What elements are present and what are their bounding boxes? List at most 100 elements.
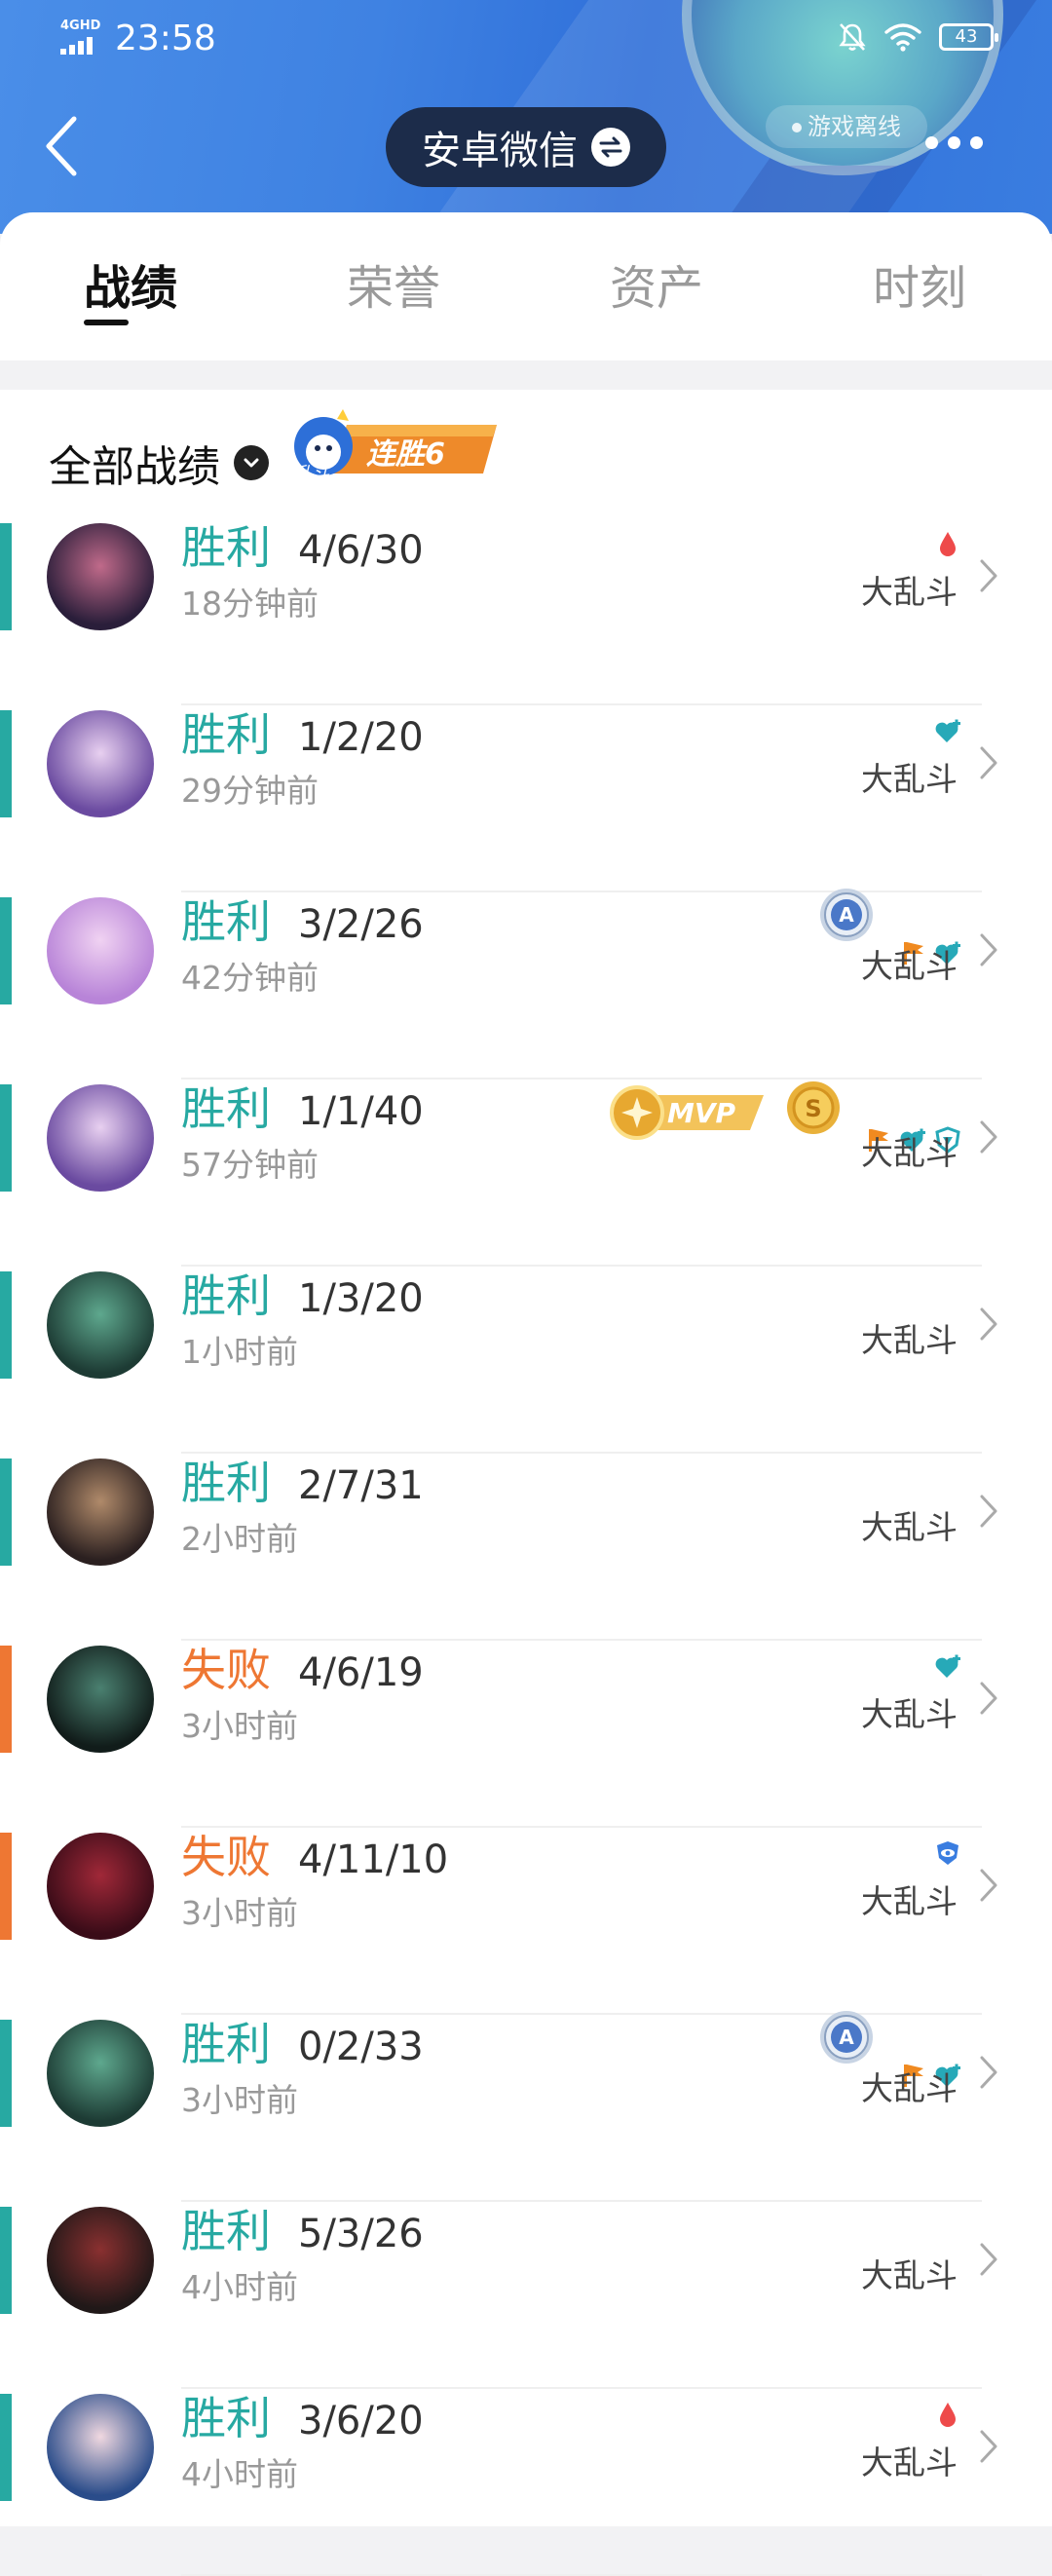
chevron-right-icon	[980, 1120, 997, 1154]
game-mode: 大乱斗	[861, 2256, 958, 2294]
match-row[interactable]: 失败 4/11/10 3小时前 大乱斗	[0, 1828, 1052, 2015]
chevron-right-icon	[980, 2243, 997, 2276]
streak-text: 连胜6	[366, 437, 445, 472]
tab-honor[interactable]: 荣誉	[296, 249, 491, 318]
wifi-icon	[884, 23, 921, 52]
champion-avatar	[47, 1833, 154, 1940]
match-time: 42分钟前	[181, 959, 319, 997]
heal-heart-icon	[935, 719, 960, 742]
match-kda: 1/3/20	[298, 1276, 424, 1321]
result-indicator-bar	[0, 710, 12, 817]
svg-text:A: A	[839, 2026, 854, 2049]
champion-avatar	[47, 1271, 154, 1379]
match-kda: 0/2/33	[298, 2025, 424, 2069]
match-result: 胜利	[181, 895, 271, 948]
match-row[interactable]: 胜利 3/2/26 42分钟前 大乱斗 A	[0, 889, 1052, 1080]
tab-moments[interactable]: 时刻	[822, 249, 1017, 318]
game-mode: 大乱斗	[861, 1695, 958, 1733]
champion-avatar	[47, 710, 154, 817]
game-mode: 大乱斗	[861, 947, 958, 985]
game-mode: 大乱斗	[861, 1508, 958, 1546]
more-options-button[interactable]	[925, 136, 983, 149]
match-list: 胜利 4/6/30 18分钟前 大乱斗 胜利 1/2/20 29分钟前 大乱斗 …	[0, 518, 1052, 2576]
result-indicator-bar	[0, 897, 12, 1004]
svg-text:S: S	[805, 1095, 821, 1122]
chevron-right-icon	[980, 1869, 997, 1902]
gold-coin-icon: S	[785, 1080, 842, 1136]
game-mode: 大乱斗	[861, 1321, 958, 1359]
chevron-left-icon	[46, 116, 77, 176]
result-indicator-bar	[0, 2394, 12, 2501]
account-switcher[interactable]: 安卓微信	[386, 107, 666, 187]
match-kda: 2/7/31	[298, 1463, 424, 1508]
record-filter[interactable]: 全部战绩	[49, 419, 269, 507]
match-kda: 4/6/19	[298, 1650, 424, 1695]
match-time: 3小时前	[181, 2081, 298, 2119]
chevron-right-icon	[980, 2430, 997, 2463]
chevron-right-icon	[980, 1682, 997, 1715]
match-row[interactable]: 失败 4/6/19 3小时前 大乱斗	[0, 1641, 1052, 1828]
chevron-right-icon	[980, 1495, 997, 1528]
chevron-right-icon	[980, 2056, 997, 2089]
match-row[interactable]: 胜利 0/2/33 3小时前 大乱斗 A	[0, 2011, 1052, 2202]
chevron-right-icon	[980, 1307, 997, 1341]
signal-icon: 4GHD	[60, 19, 107, 55]
match-time: 29分钟前	[181, 772, 319, 810]
chevron-right-icon	[980, 933, 997, 966]
achievement-badges	[933, 713, 962, 748]
match-result: 胜利	[181, 2018, 271, 2070]
match-kda: 4/11/10	[298, 1837, 449, 1882]
champion-avatar	[47, 1084, 154, 1192]
champion-avatar	[47, 1458, 154, 1566]
result-indicator-bar	[0, 1833, 12, 1940]
back-button[interactable]	[39, 107, 88, 185]
blood-drop-icon	[940, 532, 956, 556]
champion-avatar	[47, 523, 154, 630]
eye-shield-icon	[937, 1841, 958, 1865]
match-result: 胜利	[181, 521, 271, 574]
match-row[interactable]: 胜利 3/6/20 4小时前 大乱斗	[0, 2389, 1052, 2576]
match-row[interactable]: 胜利 1/1/40 57分钟前 大乱斗 MVP S	[0, 1080, 1052, 1267]
svg-text:A: A	[839, 903, 854, 927]
match-row[interactable]: 胜利 2/7/31 2小时前 大乱斗	[0, 1454, 1052, 1641]
match-kda: 4/6/30	[298, 528, 424, 573]
match-time: 57分钟前	[181, 1146, 319, 1184]
game-mode: 大乱斗	[861, 1134, 958, 1172]
match-time: 18分钟前	[181, 585, 319, 623]
swap-icon	[591, 128, 630, 167]
match-time: 2小时前	[181, 1520, 298, 1558]
match-history: 全部战绩 乱斗 连胜6 胜利 4/6/30 18分钟前 大乱斗 胜利 1/2/2…	[0, 390, 1052, 2576]
match-row[interactable]: 胜利 4/6/30 18分钟前 大乱斗	[0, 518, 1052, 705]
header-banner: 4GHD 23:58 43 安卓微信 游戏离线	[0, 0, 1052, 234]
match-row[interactable]: 胜利 1/3/20 1小时前 大乱斗	[0, 1267, 1052, 1454]
match-time: 4小时前	[181, 2455, 298, 2493]
tab-record[interactable]: 战绩	[33, 249, 228, 318]
champion-avatar	[47, 897, 154, 1004]
match-time: 4小时前	[181, 2268, 298, 2306]
match-kda: 1/1/40	[298, 1089, 424, 1134]
tab-assets[interactable]: 资产	[559, 249, 754, 318]
match-row[interactable]: 胜利 1/2/20 29分钟前 大乱斗	[0, 705, 1052, 892]
match-kda: 3/2/26	[298, 902, 424, 947]
battery-icon: 43	[939, 23, 998, 51]
match-row[interactable]: 胜利 5/3/26 4小时前 大乱斗	[0, 2202, 1052, 2389]
rank-a-medal-icon: A	[820, 2011, 873, 2064]
champion-avatar	[47, 2207, 154, 2314]
result-indicator-bar	[0, 1084, 12, 1192]
dropdown-icon	[234, 445, 269, 480]
result-indicator-bar	[0, 1646, 12, 1753]
result-indicator-bar	[0, 523, 12, 630]
match-kda: 3/6/20	[298, 2399, 424, 2443]
filter-label: 全部战绩	[49, 442, 220, 492]
match-result: 失败	[181, 1831, 271, 1883]
match-time: 3小时前	[181, 1707, 298, 1745]
blood-drop-icon	[940, 2403, 956, 2427]
game-mode: 大乱斗	[861, 1882, 958, 1920]
game-mode: 大乱斗	[861, 760, 958, 798]
match-result: 胜利	[181, 1457, 271, 1509]
result-indicator-bar	[0, 2020, 12, 2127]
champion-avatar	[47, 2394, 154, 2501]
online-status-badge: 游戏离线	[766, 105, 927, 148]
champion-avatar	[47, 2020, 154, 2127]
game-mode: 大乱斗	[861, 573, 958, 611]
